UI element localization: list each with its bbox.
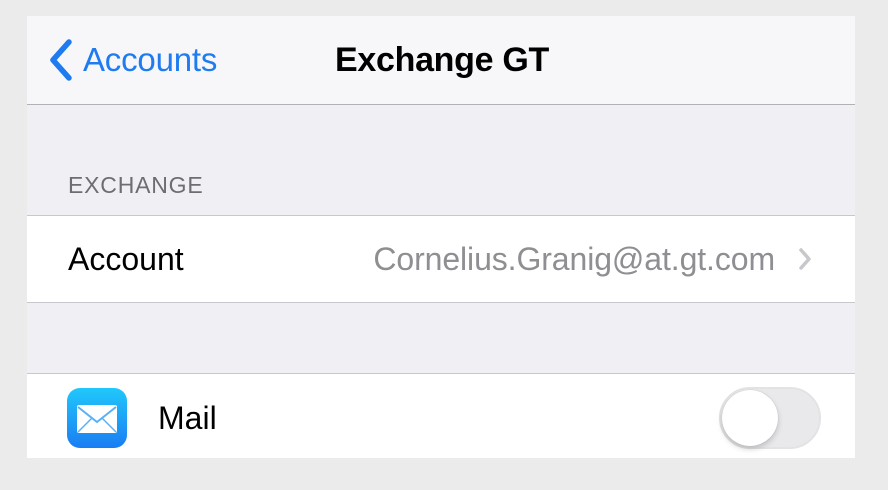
mail-toggle[interactable]: [719, 387, 821, 449]
mail-app-icon: [67, 388, 127, 448]
account-row[interactable]: Account Cornelius.Granig@at.gt.com: [27, 215, 855, 303]
section-header: EXCHANGE: [68, 172, 204, 198]
navigation-bar: Accounts Exchange GT: [27, 16, 855, 105]
account-label: Account: [68, 241, 184, 277]
mail-label: Mail: [158, 400, 217, 436]
account-email-value: Cornelius.Granig@at.gt.com: [373, 241, 775, 277]
toggle-knob: [722, 390, 778, 446]
settings-screen: Accounts Exchange GT EXCHANGE Account Co…: [27, 16, 855, 458]
chevron-right-icon: [798, 247, 812, 276]
page-title: Exchange GT: [335, 41, 549, 79]
mail-row: Mail: [27, 373, 855, 458]
